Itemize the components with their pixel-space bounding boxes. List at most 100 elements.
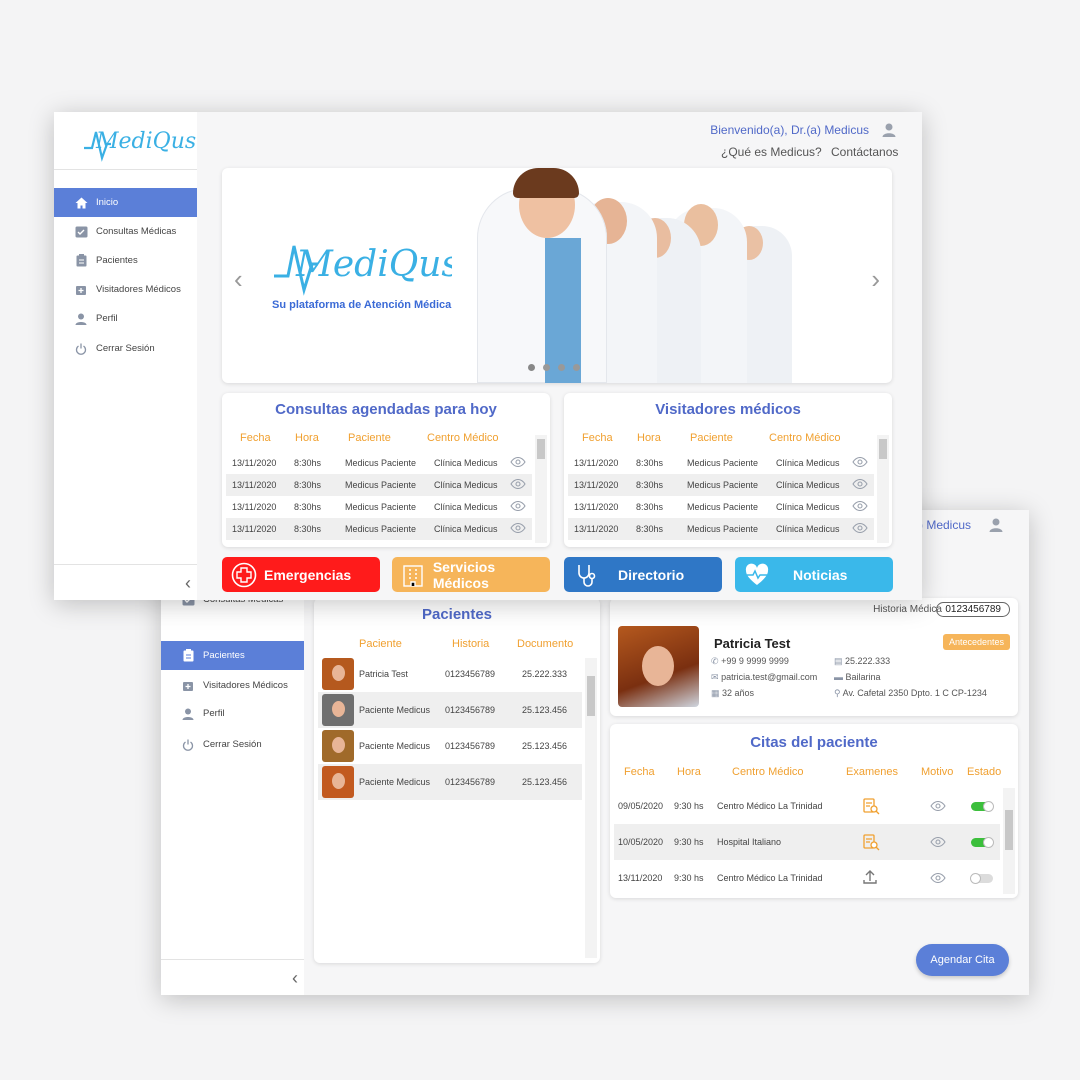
col-historia[interactable]: Historia xyxy=(452,638,489,650)
patient-row[interactable]: Paciente Medicus 0123456789 25.123.456 xyxy=(318,764,582,800)
col-centro[interactable]: Centro Médico xyxy=(427,432,499,444)
table-row[interactable]: 13/11/2020 8:30hs Medicus Paciente Clínica … xyxy=(226,518,532,540)
appointments-scrollbar[interactable] xyxy=(1003,788,1015,894)
sidebar-item-logout[interactable]: Cerrar Sesión xyxy=(161,730,304,759)
col-examenes[interactable]: Examenes xyxy=(846,766,898,778)
sidebar-item-logout[interactable]: Cerrar Sesión xyxy=(54,334,197,363)
user-avatar-icon[interactable] xyxy=(989,518,1003,537)
table-row[interactable]: 13/11/2020 8:30hs Medicus Paciente Clínica … xyxy=(226,496,532,518)
banner-logo-icon: MediQus xyxy=(274,244,452,296)
appointment-row[interactable]: 09/05/2020 9:30 hs Centro Médico La Trinid… xyxy=(614,788,1000,824)
clipboard-icon xyxy=(181,649,195,663)
upload-icon[interactable] xyxy=(862,869,878,887)
sidebar-item-perfil[interactable]: Perfil xyxy=(54,304,197,333)
carousel-dot[interactable] xyxy=(558,364,565,371)
sidebar-item-inicio[interactable]: Inicio xyxy=(54,188,197,217)
patient-row[interactable]: Paciente Medicus 0123456789 25.123.456 xyxy=(318,692,582,728)
eye-icon[interactable] xyxy=(930,836,946,849)
sidebar-collapse-button[interactable]: ‹ xyxy=(161,959,304,995)
eye-icon[interactable] xyxy=(930,800,946,813)
col-hora[interactable]: Hora xyxy=(637,432,661,444)
visitors-scrollbar[interactable] xyxy=(877,435,889,543)
col-paciente[interactable]: Paciente xyxy=(690,432,733,444)
patient-row[interactable]: Paciente Medicus 0123456789 25.123.456 xyxy=(318,728,582,764)
col-paciente[interactable]: Paciente xyxy=(348,432,391,444)
patient-avatar xyxy=(322,658,354,690)
sidebar-item-pacientes[interactable]: Pacientes xyxy=(54,246,197,275)
appointment-row[interactable]: 13/11/2020 9:30 hs Centro Médico La Trinid… xyxy=(614,860,1000,896)
table-row[interactable]: 13/11/2020 8:30hs Medicus Paciente Clínica … xyxy=(568,452,874,474)
appointment-row[interactable]: 10/05/2020 9:30 hs Hospital Italiano xyxy=(614,824,1000,860)
id-card-icon: ▤ xyxy=(834,656,843,666)
sidebar-item-label: Perfil xyxy=(203,708,225,719)
consultas-scrollbar[interactable] xyxy=(535,435,547,543)
exam-search-icon[interactable] xyxy=(862,833,880,853)
table-cell: Clínica Medicus xyxy=(776,524,840,534)
carousel-dot[interactable] xyxy=(543,364,550,371)
servicios-medicos-button[interactable]: Servicios Médicos xyxy=(392,557,550,592)
banner-prev-button[interactable]: ‹ xyxy=(234,264,243,295)
carousel-dots[interactable] xyxy=(528,364,580,371)
eye-icon[interactable] xyxy=(852,478,868,491)
table-row[interactable]: 13/11/2020 8:30hs Medicus Paciente Clínica … xyxy=(226,452,532,474)
status-toggle[interactable] xyxy=(970,873,993,884)
table-cell: Medicus Paciente xyxy=(345,458,417,468)
status-toggle[interactable] xyxy=(971,837,994,848)
eye-icon[interactable] xyxy=(510,456,526,469)
eye-icon[interactable] xyxy=(930,872,946,885)
link-que-es-medicus[interactable]: ¿Qué es Medicus? xyxy=(721,145,822,159)
eye-icon[interactable] xyxy=(510,522,526,535)
col-paciente[interactable]: Paciente xyxy=(359,638,402,650)
col-fecha[interactable]: Fecha xyxy=(240,432,271,444)
patient-address: ⚲ Av. Cafetal 2350 Dpto. 1 C CP-1234 xyxy=(834,688,987,698)
eye-icon[interactable] xyxy=(510,478,526,491)
table-cell: Medicus Paciente xyxy=(345,480,417,490)
home-icon xyxy=(74,196,88,210)
eye-icon[interactable] xyxy=(510,500,526,513)
table-row[interactable]: 13/11/2020 8:30hs Medicus Paciente Clínica … xyxy=(226,474,532,496)
sidebar-item-label: Pacientes xyxy=(96,255,138,266)
eye-icon[interactable] xyxy=(852,500,868,513)
emergencias-button[interactable]: Emergencias xyxy=(222,557,380,592)
patient-avatar xyxy=(322,730,354,762)
patient-row[interactable]: Patricia Test 0123456789 25.222.333 xyxy=(318,656,582,692)
sidebar-item-perfil[interactable]: Perfil xyxy=(161,699,304,728)
col-estado[interactable]: Estado xyxy=(967,766,1001,778)
table-cell: 9:30 hs xyxy=(674,801,704,811)
app-logo[interactable]: MediQus xyxy=(54,112,197,170)
directorio-button[interactable]: Directorio xyxy=(564,557,722,592)
schedule-appointment-button[interactable]: Agendar Cita xyxy=(916,944,1009,976)
noticias-button[interactable]: Noticias xyxy=(735,557,893,592)
table-row[interactable]: 13/11/2020 8:30hs Medicus Paciente Clínica … xyxy=(568,496,874,518)
col-hora[interactable]: Hora xyxy=(295,432,319,444)
status-toggle[interactable] xyxy=(971,801,994,812)
sidebar-item-consultas[interactable]: Consultas Médicas xyxy=(54,217,197,246)
patients-scrollbar[interactable] xyxy=(585,658,597,958)
col-centro[interactable]: Centro Médico xyxy=(769,432,841,444)
sidebar-item-label: Cerrar Sesión xyxy=(96,343,155,354)
col-fecha[interactable]: Fecha xyxy=(582,432,613,444)
link-contactanos[interactable]: Contáctanos xyxy=(831,145,898,159)
col-documento[interactable]: Documento xyxy=(517,638,573,650)
hospital-icon xyxy=(400,561,427,589)
exam-search-icon[interactable] xyxy=(862,797,880,817)
col-centro[interactable]: Centro Médico xyxy=(732,766,804,778)
sidebar-item-pacientes[interactable]: Pacientes xyxy=(161,641,304,670)
sidebar-item-visitadores[interactable]: Visitadores Médicos xyxy=(161,671,304,700)
carousel-dot[interactable] xyxy=(573,364,580,371)
table-row[interactable]: 13/11/2020 8:30hs Medicus Paciente Clínica … xyxy=(568,474,874,496)
sidebar-item-visitadores[interactable]: Visitadores Médicos xyxy=(54,275,197,304)
welcome-text: Bienvenido(a), Dr.(a) Medicus xyxy=(710,123,869,137)
user-avatar-icon[interactable] xyxy=(882,123,896,142)
col-motivo[interactable]: Motivo xyxy=(921,766,953,778)
table-cell: Centro Médico La Trinidad xyxy=(717,801,823,811)
eye-icon[interactable] xyxy=(852,456,868,469)
sidebar-collapse-button[interactable]: ‹ xyxy=(54,564,197,600)
banner-next-button[interactable]: › xyxy=(871,264,880,295)
eye-icon[interactable] xyxy=(852,522,868,535)
carousel-dot[interactable] xyxy=(528,364,535,371)
col-hora[interactable]: Hora xyxy=(677,766,701,778)
table-row[interactable]: 13/11/2020 8:30hs Medicus Paciente Clínica … xyxy=(568,518,874,540)
antecedentes-button[interactable]: Antecedentes xyxy=(942,634,1010,650)
col-fecha[interactable]: Fecha xyxy=(624,766,655,778)
